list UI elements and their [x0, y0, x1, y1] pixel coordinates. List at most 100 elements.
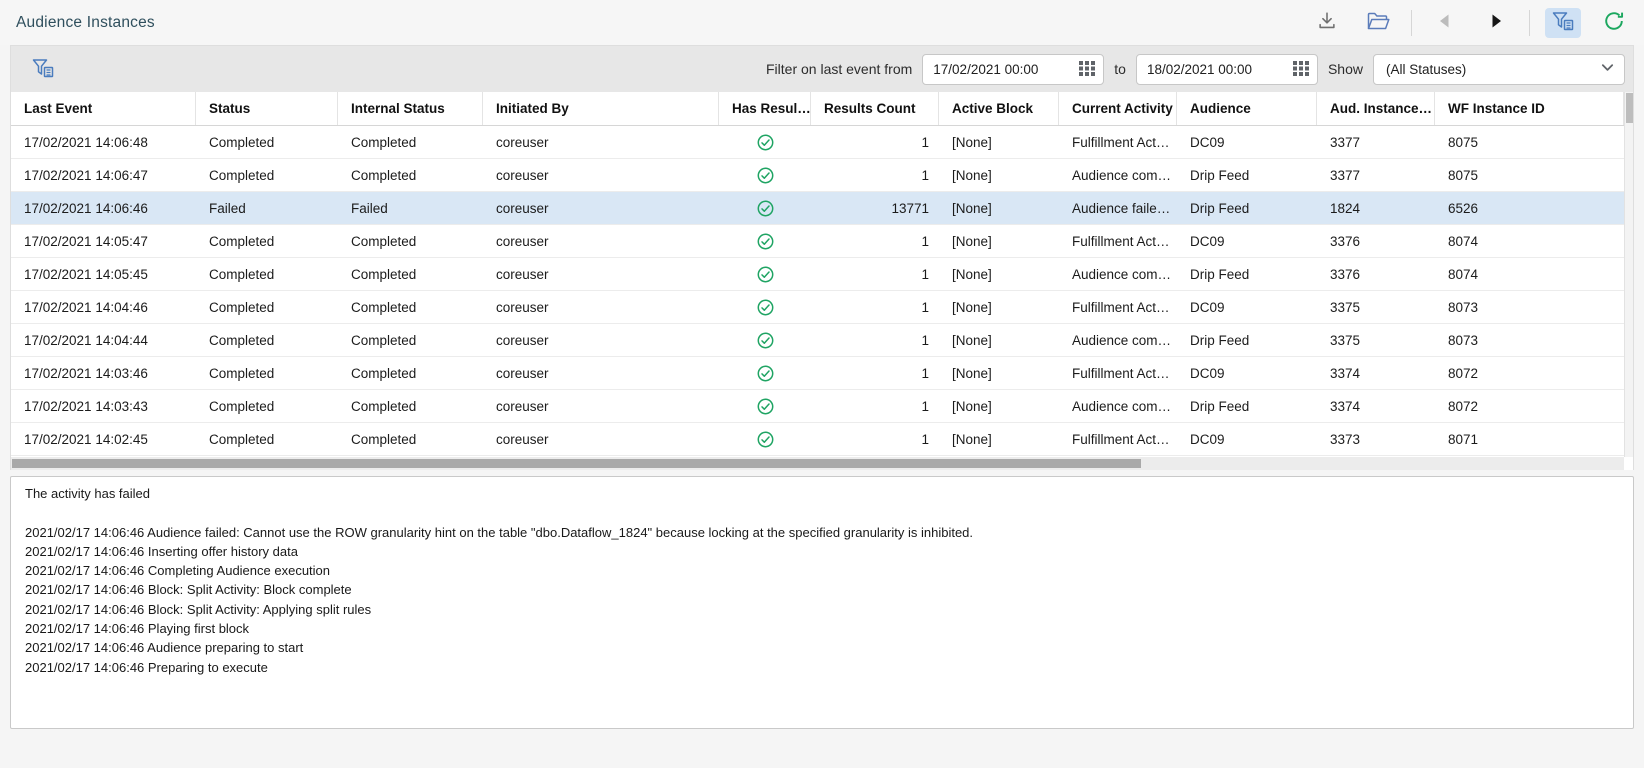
cell-aud-instance: 3377 [1317, 159, 1435, 191]
cell-initiated-by: coreuser [483, 390, 719, 422]
cell-last-event: 17/02/2021 14:03:43 [11, 390, 196, 422]
download-button[interactable] [1309, 8, 1345, 38]
column-header-initiated-by[interactable]: Initiated By [483, 92, 719, 125]
check-circle-icon [719, 423, 811, 455]
cell-audience: DC09 [1177, 291, 1317, 323]
column-header-audience[interactable]: Audience [1177, 92, 1317, 125]
filter-controls: Filter on last event from 17/02/2021 00:… [766, 54, 1625, 85]
table-row[interactable]: 17/02/2021 14:04:46CompletedCompletedcor… [11, 291, 1624, 324]
log-line [25, 503, 1619, 522]
check-circle-icon [719, 126, 811, 158]
cell-current-activity: Audience com… [1059, 390, 1177, 422]
vertical-scrollbar-thumb[interactable] [1626, 93, 1633, 123]
cell-results-count: 1 [811, 357, 939, 389]
cell-last-event: 17/02/2021 14:04:44 [11, 324, 196, 356]
cell-results-count: 1 [811, 126, 939, 158]
cell-status: Completed [196, 357, 338, 389]
cell-current-activity: Fulfillment Act… [1059, 126, 1177, 158]
date-to-input[interactable]: 18/02/2021 00:00 [1136, 54, 1318, 85]
refresh-icon [1603, 10, 1625, 35]
table-scroll-area: Last EventStatusInternal StatusInitiated… [11, 92, 1624, 457]
page-title: Audience Instances [16, 14, 155, 32]
table-row[interactable]: 17/02/2021 14:03:46CompletedCompletedcor… [11, 357, 1624, 390]
grid-filter-button[interactable] [25, 54, 61, 84]
cell-aud-instance: 3375 [1317, 324, 1435, 356]
cell-last-event: 17/02/2021 14:06:46 [11, 192, 196, 224]
cell-status: Completed [196, 291, 338, 323]
column-header-active-block[interactable]: Active Block [939, 92, 1059, 125]
cell-initiated-by: coreuser [483, 225, 719, 257]
cell-active-block: [None] [939, 126, 1059, 158]
table-row[interactable]: 17/02/2021 14:03:43CompletedCompletedcor… [11, 390, 1624, 423]
cell-wf-instance-id: 6526 [1435, 192, 1624, 224]
table-row[interactable]: 17/02/2021 14:06:47CompletedCompletedcor… [11, 159, 1624, 192]
cell-initiated-by: coreuser [483, 126, 719, 158]
check-circle-icon [719, 390, 811, 422]
cell-internal-status: Completed [338, 324, 483, 356]
table-row[interactable]: 17/02/2021 14:06:46FailedFailedcoreuser … [11, 192, 1624, 225]
cell-aud-instance: 3375 [1317, 291, 1435, 323]
cell-aud-instance: 3373 [1317, 423, 1435, 455]
table-row[interactable]: 17/02/2021 14:05:45CompletedCompletedcor… [11, 258, 1624, 291]
log-line: 2021/02/17 14:06:46 Audience failed: Can… [25, 523, 1619, 542]
cell-active-block: [None] [939, 192, 1059, 224]
cell-current-activity: Fulfillment Act… [1059, 357, 1177, 389]
titlebar: Audience Instances [0, 0, 1644, 45]
activity-log-panel[interactable]: The activity has failed 2021/02/17 14:06… [10, 476, 1634, 729]
log-line: The activity has failed [25, 484, 1619, 503]
table-row[interactable]: 17/02/2021 14:06:48CompletedCompletedcor… [11, 126, 1624, 159]
cell-results-count: 1 [811, 159, 939, 191]
column-header-aud-instance[interactable]: Aud. Instance… [1317, 92, 1435, 125]
cell-current-activity: Audience com… [1059, 324, 1177, 356]
calendar-grid-icon[interactable] [1293, 60, 1309, 79]
previous-button[interactable] [1427, 8, 1463, 38]
check-circle-icon [719, 258, 811, 290]
filter-toggle-button[interactable] [1545, 8, 1581, 38]
table-row[interactable]: 17/02/2021 14:04:44CompletedCompletedcor… [11, 324, 1624, 357]
table-row[interactable]: 17/02/2021 14:02:45CompletedCompletedcor… [11, 423, 1624, 456]
cell-wf-instance-id: 8074 [1435, 258, 1624, 290]
open-folder-button[interactable] [1360, 8, 1396, 38]
cell-audience: Drip Feed [1177, 159, 1317, 191]
cell-active-block: [None] [939, 291, 1059, 323]
cell-results-count: 13771 [811, 192, 939, 224]
cell-active-block: [None] [939, 225, 1059, 257]
cell-initiated-by: coreuser [483, 192, 719, 224]
horizontal-scrollbar-thumb[interactable] [12, 459, 1141, 468]
cell-aud-instance: 3374 [1317, 357, 1435, 389]
cell-aud-instance: 1824 [1317, 192, 1435, 224]
column-header-last-event[interactable]: Last Event [11, 92, 196, 125]
log-line: 2021/02/17 14:06:46 Inserting offer hist… [25, 542, 1619, 561]
next-button[interactable] [1478, 8, 1514, 38]
cell-last-event: 17/02/2021 14:02:45 [11, 423, 196, 455]
log-line: 2021/02/17 14:06:46 Preparing to execute [25, 658, 1619, 677]
status-filter-select[interactable]: (All Statuses) [1373, 54, 1625, 85]
calendar-grid-icon[interactable] [1079, 60, 1095, 79]
column-header-current-activity[interactable]: Current Activity [1059, 92, 1177, 125]
column-header-wf-instance-id[interactable]: WF Instance ID [1435, 92, 1624, 125]
cell-internal-status: Completed [338, 390, 483, 422]
date-from-input[interactable]: 17/02/2021 00:00 [922, 54, 1104, 85]
cell-last-event: 17/02/2021 14:06:48 [11, 126, 196, 158]
cell-active-block: [None] [939, 258, 1059, 290]
horizontal-scrollbar[interactable] [11, 457, 1624, 470]
cell-internal-status: Completed [338, 258, 483, 290]
cell-active-block: [None] [939, 357, 1059, 389]
log-line: 2021/02/17 14:06:46 Block: Split Activit… [25, 600, 1619, 619]
cell-current-activity: Audience com… [1059, 159, 1177, 191]
column-header-status[interactable]: Status [196, 92, 338, 125]
column-header-internal-status[interactable]: Internal Status [338, 92, 483, 125]
log-line: 2021/02/17 14:06:46 Audience preparing t… [25, 638, 1619, 657]
table-row[interactable]: 17/02/2021 14:05:47CompletedCompletedcor… [11, 225, 1624, 258]
cell-active-block: [None] [939, 159, 1059, 191]
cell-wf-instance-id: 8073 [1435, 291, 1624, 323]
cell-audience: DC09 [1177, 126, 1317, 158]
column-header-results-count[interactable]: Results Count [811, 92, 939, 125]
cell-last-event: 17/02/2021 14:05:45 [11, 258, 196, 290]
refresh-button[interactable] [1596, 8, 1632, 38]
cell-results-count: 1 [811, 291, 939, 323]
open-folder-icon [1366, 10, 1391, 35]
vertical-scrollbar[interactable] [1624, 92, 1633, 457]
cell-active-block: [None] [939, 423, 1059, 455]
column-header-has-results[interactable]: Has Resul… [719, 92, 811, 125]
